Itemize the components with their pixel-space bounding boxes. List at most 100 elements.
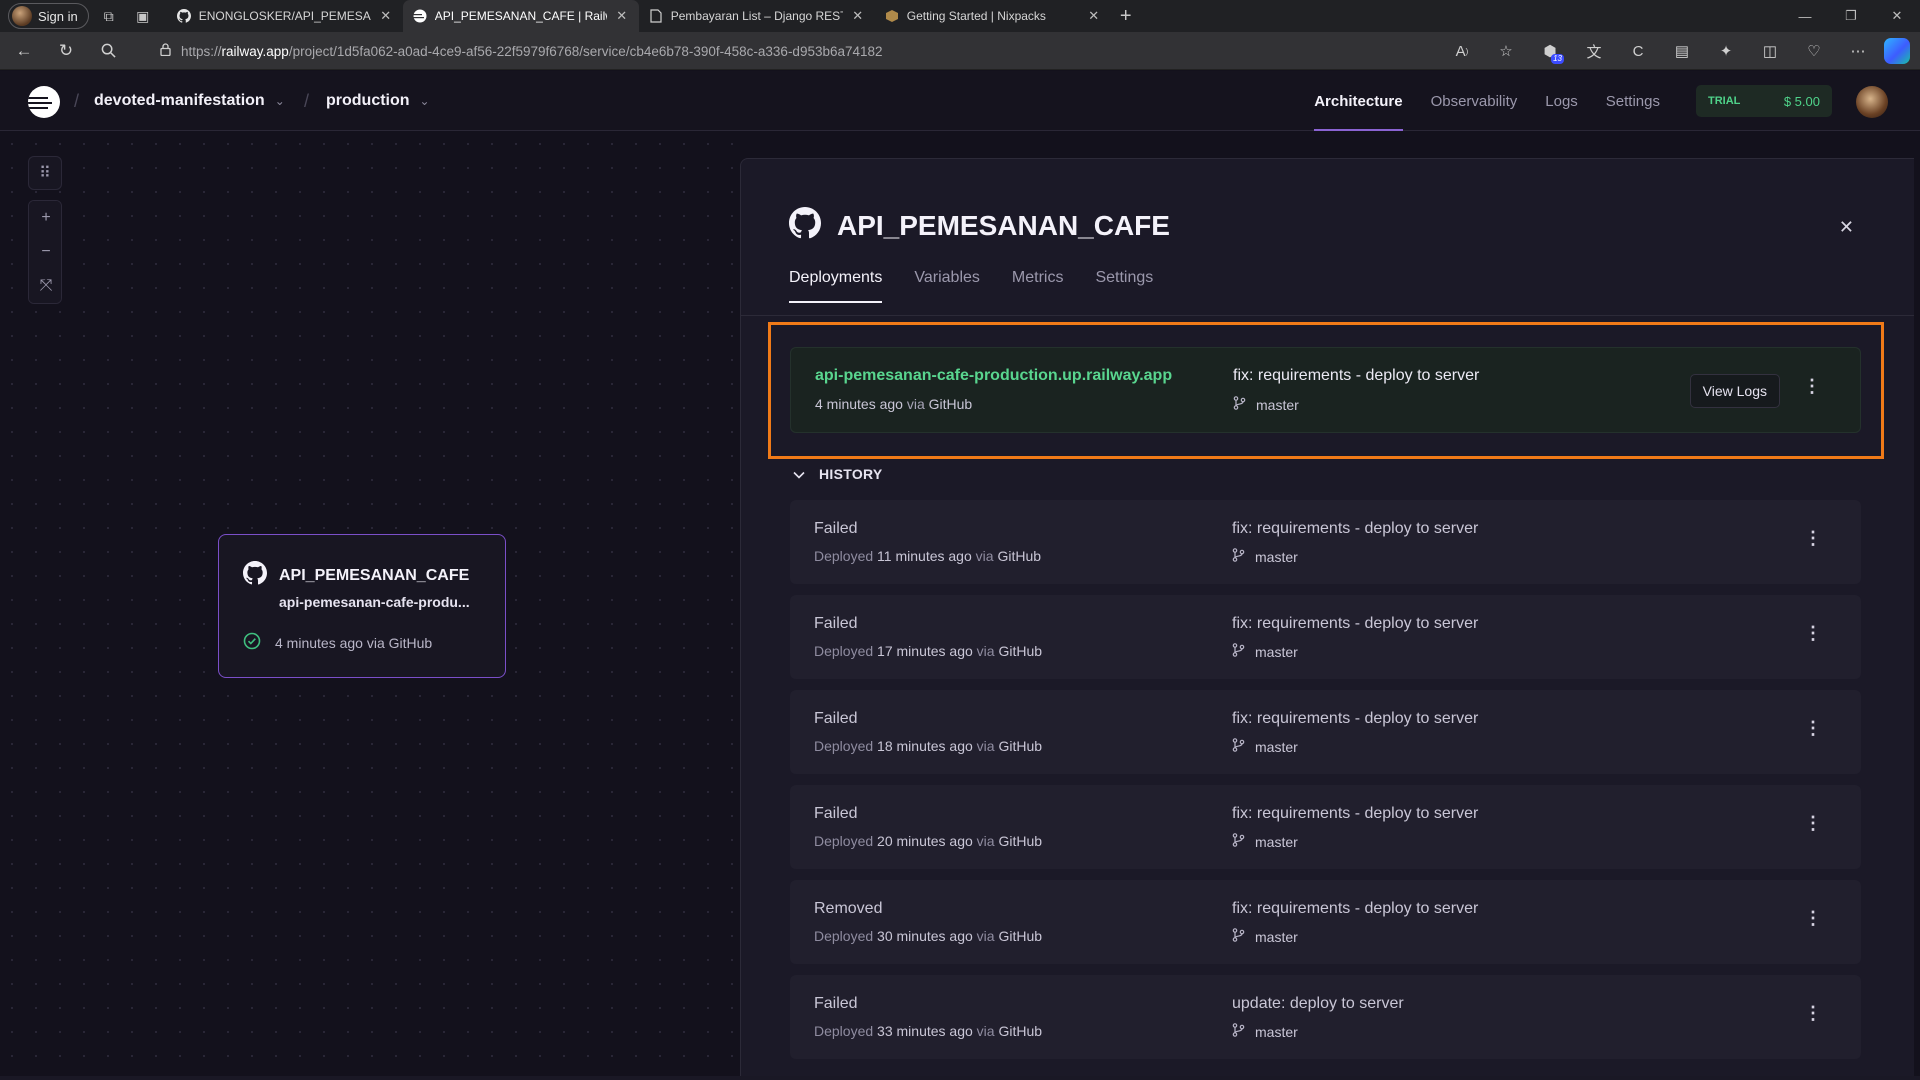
refresh-icon[interactable]: ↻ <box>48 35 84 67</box>
zoom-out-icon[interactable]: − <box>29 235 61 269</box>
history-toggle[interactable]: HISTORY <box>793 466 883 482</box>
history-row[interactable]: Removed Deployed 30 minutes ago via GitHu… <box>790 880 1861 964</box>
search-icon[interactable] <box>90 35 126 67</box>
nav-settings[interactable]: Settings <box>1606 71 1660 131</box>
git-branch-icon <box>1232 928 1245 945</box>
branch-label: master <box>1232 548 1298 565</box>
more-vertical-icon[interactable]: ⋮ <box>1803 718 1823 739</box>
restore-icon[interactable]: ❐ <box>1828 0 1874 32</box>
github-icon <box>789 207 822 244</box>
extension-icon[interactable]: ⬢ 13 <box>1532 36 1568 66</box>
close-icon[interactable]: ✕ <box>1839 217 1854 238</box>
browser-toolbar: A) ☆ ⬢ 13 文 C ▤ ✦ ◫ ♡ ⋯ <box>1444 36 1910 66</box>
favorite-star-icon[interactable]: ☆ <box>1488 36 1524 66</box>
history-row[interactable]: Failed Deployed 17 minutes ago via GitHub… <box>790 595 1861 679</box>
project-selector[interactable]: devoted-manifestation ⌄ <box>94 71 285 131</box>
nav-logs[interactable]: Logs <box>1545 71 1578 131</box>
deployed-label: Deployed <box>814 738 874 754</box>
deployment-status: Failed <box>814 805 858 822</box>
translate-icon[interactable]: 文 <box>1576 36 1612 66</box>
grid-toggle-icon[interactable]: ⠿ <box>28 156 62 190</box>
commit-message: fix: requirements - deploy to server <box>1232 900 1479 917</box>
tab-metrics[interactable]: Metrics <box>1012 269 1064 303</box>
app-header: / devoted-manifestation ⌄ / production ⌄… <box>0 71 1920 131</box>
copilot-icon[interactable] <box>1884 38 1910 64</box>
history-row[interactable]: Failed Deployed 20 minutes ago via GitHub… <box>790 785 1861 869</box>
architecture-canvas[interactable]: ⠿ + − ⤧ API_PEMESANAN_CAFE api-pemesanan… <box>0 132 740 1080</box>
fit-view-icon[interactable]: ⤧ <box>29 269 61 303</box>
browser-tab-django[interactable]: Pembayaran List – Django REST framework … <box>639 0 875 32</box>
service-status: 4 minutes ago via GitHub <box>243 632 432 653</box>
deployment-time: 11 minutes ago <box>877 548 972 564</box>
active-deployment[interactable]: api-pemesanan-cafe-production.up.railway… <box>790 347 1861 433</box>
tab-variables[interactable]: Variables <box>914 269 980 303</box>
browser-tab-railway[interactable]: API_PEMESANAN_CAFE | Railway ✕ <box>402 0 639 32</box>
more-vertical-icon[interactable]: ⋮ <box>1803 1003 1823 1024</box>
user-avatar[interactable] <box>1856 86 1888 118</box>
workspaces-icon[interactable]: ⧉ <box>95 2 123 30</box>
horizontal-scrollbar[interactable] <box>0 1076 1920 1080</box>
view-logs-button[interactable]: View Logs <box>1689 374 1780 408</box>
profile-button[interactable]: Sign in <box>8 3 89 29</box>
deployment-time: 4 minutes ago <box>815 396 903 412</box>
deployment-time: 20 minutes ago <box>877 833 973 849</box>
deployment-status: Failed <box>814 615 858 632</box>
tab-deployments[interactable]: Deployments <box>789 269 883 303</box>
nav-observability[interactable]: Observability <box>1431 71 1518 131</box>
new-tab-icon[interactable]: + <box>1111 5 1141 28</box>
zoom-controls: + − ⤧ <box>28 200 62 304</box>
trial-credit-button[interactable]: TRIAL $ 5.00 <box>1696 85 1832 117</box>
service-status-text: 4 minutes ago via GitHub <box>275 634 433 651</box>
branch-name: master <box>1255 833 1298 850</box>
close-icon[interactable]: ✕ <box>1087 8 1101 24</box>
history-row[interactable]: Failed Deployed 11 minutes ago via GitHub… <box>790 500 1861 584</box>
service-panel: API_PEMESANAN_CAFE ✕ Deployments Variabl… <box>740 158 1914 1080</box>
tab-settings[interactable]: Settings <box>1095 269 1153 303</box>
git-branch-icon <box>1233 396 1246 413</box>
split-screen-icon[interactable]: ◫ <box>1752 36 1788 66</box>
document-icon <box>649 9 663 23</box>
close-icon[interactable]: ✕ <box>615 8 629 24</box>
zoom-in-icon[interactable]: + <box>29 201 61 235</box>
via-text: via <box>976 738 995 754</box>
extensions-puzzle-icon[interactable]: ✦ <box>1708 36 1744 66</box>
tab-title: ENONGLOSKER/API_PEMESANAN_CAFE <box>198 9 371 23</box>
more-vertical-icon[interactable]: ⋮ <box>1803 528 1823 549</box>
more-icon[interactable]: ⋯ <box>1840 36 1876 66</box>
railway-logo-icon[interactable] <box>28 86 60 118</box>
service-card-title: API_PEMESANAN_CAFE <box>243 561 481 590</box>
address-bar: ← ↻ https://railway.app/project/1d5fa062… <box>0 32 1920 70</box>
history-row[interactable]: Failed Deployed 33 minutes ago via GitHub… <box>790 975 1861 1059</box>
close-icon[interactable]: ✕ <box>851 8 865 24</box>
more-vertical-icon[interactable]: ⋮ <box>1803 813 1823 834</box>
browser-tab-github[interactable]: ENONGLOSKER/API_PEMESANAN_CAFE ✕ <box>167 0 403 32</box>
profile-label: Sign in <box>38 8 78 24</box>
extension-c-icon[interactable]: C <box>1620 36 1656 66</box>
tab-actions-icon[interactable]: ▣ <box>129 2 157 30</box>
history-row[interactable]: Failed Deployed 18 minutes ago via GitHub… <box>790 690 1861 774</box>
read-aloud-icon[interactable]: A) <box>1444 36 1480 66</box>
collections-icon[interactable]: ▤ <box>1664 36 1700 66</box>
github-icon <box>243 561 268 590</box>
via-text: via <box>975 548 994 564</box>
url-input[interactable]: https://railway.app/project/1d5fa062-a0a… <box>146 36 1506 66</box>
deployment-url-link[interactable]: api-pemesanan-cafe-production.up.railway… <box>815 367 1172 385</box>
window-close-icon[interactable]: ✕ <box>1874 0 1920 32</box>
service-card[interactable]: API_PEMESANAN_CAFE api-pemesanan-cafe-pr… <box>218 534 506 678</box>
deployment-source: GitHub <box>998 833 1043 849</box>
close-icon[interactable]: ✕ <box>379 8 393 24</box>
profile-avatar <box>12 6 32 26</box>
environment-selector[interactable]: production ⌄ <box>326 71 430 131</box>
panel-tabs: Deployments Variables Metrics Settings <box>789 269 1153 303</box>
deployed-label: Deployed <box>814 928 874 944</box>
performance-heart-icon[interactable]: ♡ <box>1796 36 1832 66</box>
more-vertical-icon[interactable]: ⋮ <box>1802 376 1822 397</box>
browser-tab-nixpacks[interactable]: Getting Started | Nixpacks ✕ <box>875 0 1111 32</box>
more-vertical-icon[interactable]: ⋮ <box>1803 908 1823 929</box>
nav-architecture[interactable]: Architecture <box>1314 71 1403 131</box>
more-vertical-icon[interactable]: ⋮ <box>1803 623 1823 644</box>
back-icon[interactable]: ← <box>6 35 42 67</box>
deployment-time: 33 minutes ago <box>877 1023 973 1039</box>
railway-favicon-icon <box>412 9 427 23</box>
minimize-icon[interactable]: — <box>1782 0 1828 32</box>
